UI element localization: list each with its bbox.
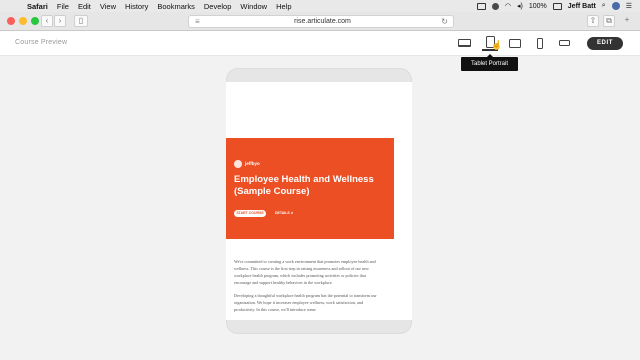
wifi-icon[interactable]: ◠	[505, 2, 511, 10]
battery-icon[interactable]	[552, 2, 562, 10]
edit-button[interactable]: EDIT	[587, 37, 623, 50]
phone-landscape-preview-button[interactable]	[556, 35, 572, 51]
minimize-window-button[interactable]	[19, 17, 27, 25]
macos-menu-bar: Safari File Edit View History Bookmarks …	[0, 0, 640, 12]
share-button[interactable]: ⇧	[587, 15, 599, 27]
menu-edit[interactable]: Edit	[78, 2, 91, 11]
course-preview-screen[interactable]: jeffbyo Employee Health and Wellness (Sa…	[226, 82, 412, 320]
course-hero-banner: jeffbyo Employee Health and Wellness (Sa…	[226, 138, 394, 239]
screen-icon[interactable]	[476, 2, 486, 10]
volume-icon[interactable]: ◂)	[517, 2, 523, 10]
start-course-button[interactable]: START COURSE	[234, 210, 266, 217]
menu-window[interactable]: Window	[240, 2, 267, 11]
menu-bookmarks[interactable]: Bookmarks	[157, 2, 195, 11]
app-header: Course Preview	[0, 31, 640, 56]
tablet-landscape-icon	[509, 38, 521, 48]
tabs-overview-button[interactable]: ⧉	[603, 15, 615, 27]
close-window-button[interactable]	[7, 17, 15, 25]
pointer-cursor-icon: ☝	[491, 40, 503, 50]
phone-portrait-preview-button[interactable]	[532, 35, 548, 51]
siri-icon[interactable]	[611, 2, 620, 10]
description-paragraph: Developing a thoughtful workplace health…	[234, 293, 377, 312]
brand-logo-icon	[234, 160, 242, 168]
safari-toolbar: ‹ › ▯ ≡ rise.articulate.com ↻ ⇧ ⧉ +	[0, 12, 640, 31]
tablet-landscape-preview-button[interactable]	[507, 35, 523, 51]
phone-landscape-icon	[558, 40, 570, 46]
details-toggle[interactable]: DETAILS ∨	[275, 211, 293, 215]
brand-name: jeffbyo	[245, 161, 260, 166]
menu-user-name[interactable]: Jeff Batt	[568, 3, 596, 10]
menu-app-name[interactable]: Safari	[27, 2, 48, 11]
fullscreen-window-button[interactable]	[31, 17, 39, 25]
description-paragraph: We're committed to creating a work envir…	[234, 259, 376, 285]
tooltip: Tablet Portrait	[461, 54, 518, 71]
desktop-preview-button[interactable]	[456, 35, 472, 51]
menu-file[interactable]: File	[57, 2, 69, 11]
reload-icon[interactable]: ↻	[441, 16, 448, 28]
new-tab-button[interactable]: +	[622, 15, 632, 27]
desktop-icon	[457, 39, 471, 47]
menu-help[interactable]: Help	[276, 2, 291, 11]
menu-history[interactable]: History	[125, 2, 148, 11]
sidebar-toggle-button[interactable]: ▯	[74, 15, 88, 27]
address-bar[interactable]: ≡ rise.articulate.com ↻	[188, 15, 454, 28]
time-machine-icon[interactable]	[491, 2, 499, 10]
menu-develop[interactable]: Develop	[204, 2, 232, 11]
window-controls	[7, 17, 39, 25]
battery-percent[interactable]: 100%	[529, 3, 547, 10]
phone-portrait-icon	[537, 37, 543, 49]
menu-status-area: ◠ ◂) 100% Jeff Batt ⌕ ☰	[476, 0, 632, 12]
back-button[interactable]: ‹	[41, 15, 53, 27]
page-title: Course Preview	[15, 39, 68, 46]
course-title: Employee Health and Wellness (Sample Cou…	[234, 174, 374, 197]
url-text: rise.articulate.com	[294, 18, 351, 25]
course-description: We're committed to creating a work envir…	[234, 258, 384, 319]
forward-button[interactable]: ›	[54, 15, 66, 27]
search-icon[interactable]: ⌕	[602, 2, 606, 10]
menu-list-icon[interactable]: ☰	[626, 2, 632, 10]
menu-view[interactable]: View	[100, 2, 116, 11]
reader-icon[interactable]: ≡	[195, 16, 200, 28]
